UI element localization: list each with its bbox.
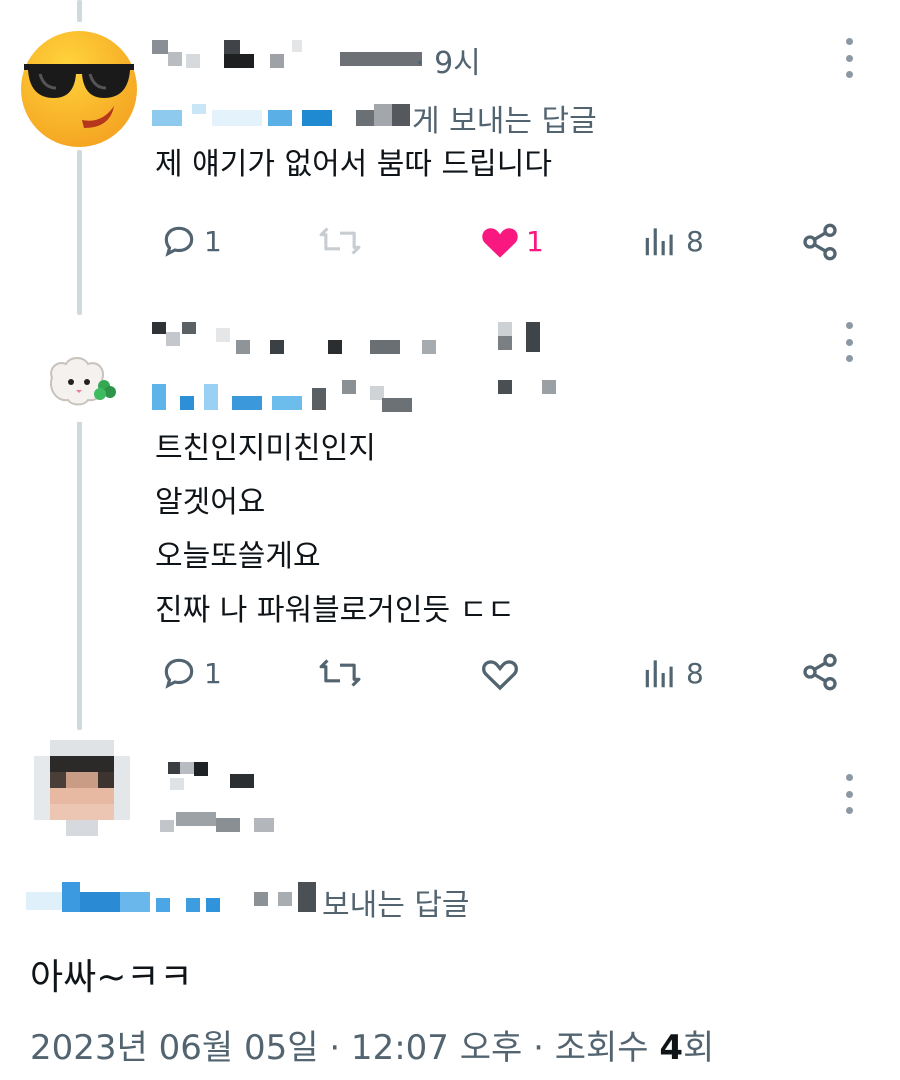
more-options-button[interactable]	[838, 322, 860, 362]
reply-to-label: 게 보내는 답글	[412, 104, 597, 139]
views-icon	[645, 228, 673, 256]
view-unit: 회	[683, 1028, 715, 1068]
tweet-text: 트친인지미친인지 알겟어요 오늘또쓸게요 진짜 나 파워블로거인듯 ㄷㄷ	[155, 422, 515, 638]
pixelated-avatar	[34, 740, 130, 836]
tweet-text-line: 알겟어요	[155, 485, 266, 520]
retweet-button[interactable]	[318, 222, 362, 260]
view-count: 4	[659, 1028, 684, 1068]
share-icon	[803, 223, 837, 261]
views-button[interactable]: 8	[640, 654, 704, 692]
user-handle[interactable]	[152, 380, 562, 412]
tweet-text-line: 트친인지미친인지	[155, 431, 376, 466]
tweet-text-line: 진짜 나 파워블로거인듯 ㄷㄷ	[155, 593, 515, 628]
sunglasses-emoji-icon	[21, 31, 137, 147]
user-name[interactable]	[152, 322, 542, 356]
like-button[interactable]	[480, 654, 520, 692]
like-count: 1	[526, 224, 544, 258]
tweet-text-line: 오늘또쓸게요	[155, 539, 321, 574]
thread-line-2	[77, 410, 82, 730]
thread-line-top	[77, 0, 82, 22]
reply-icon	[164, 226, 194, 257]
retweet-icon	[319, 227, 361, 255]
tweet-date-time[interactable]: 2023년 06월 05일 · 12:07 오후 · 조회수	[30, 1028, 659, 1068]
tweet-time[interactable]: · 9시	[415, 38, 481, 82]
share-button[interactable]	[800, 222, 840, 262]
heart-icon	[482, 660, 518, 691]
tweet-text: 아싸~ㅋㅋ	[30, 957, 193, 998]
views-icon	[645, 660, 673, 688]
reply-button[interactable]: 1	[160, 222, 222, 260]
more-options-button[interactable]	[838, 38, 860, 78]
tweet-text: 제 얘기가 없어서 붐따 드립니다	[155, 138, 552, 192]
character-avatar-icon	[38, 338, 122, 422]
like-button[interactable]: 1	[480, 222, 544, 260]
view-count: 8	[686, 224, 704, 258]
share-button[interactable]	[800, 652, 840, 692]
reply-to-handle[interactable]	[26, 878, 316, 914]
reply-icon	[164, 658, 194, 689]
user-name[interactable]	[160, 760, 260, 790]
timestamp-views: 2023년 06월 05일 · 12:07 오후 · 조회수 4회	[30, 1020, 714, 1069]
tweet-text-line: 제 얘기가 없어서 붐따 드립니다	[155, 147, 552, 182]
reply-button[interactable]: 1	[160, 654, 222, 692]
more-icon	[845, 322, 853, 329]
heart-icon	[482, 228, 518, 258]
share-icon	[803, 653, 837, 691]
user-name[interactable]	[152, 40, 422, 70]
more-icon	[845, 38, 853, 45]
avatar[interactable]	[18, 28, 140, 150]
reply-count: 1	[204, 224, 222, 258]
retweet-button[interactable]	[318, 654, 362, 692]
retweet-icon	[319, 659, 361, 687]
views-button[interactable]: 8	[640, 222, 704, 260]
reply-to-label: 보내는 답글	[322, 888, 470, 923]
reply-to-handle[interactable]	[152, 104, 414, 128]
reply-count: 1	[204, 656, 222, 690]
avatar[interactable]	[38, 338, 122, 422]
more-icon	[845, 774, 853, 781]
user-handle[interactable]	[156, 808, 276, 834]
thread-line-1	[77, 150, 82, 315]
view-count: 8	[686, 656, 704, 690]
more-options-button[interactable]	[838, 774, 860, 814]
avatar[interactable]	[34, 740, 130, 836]
